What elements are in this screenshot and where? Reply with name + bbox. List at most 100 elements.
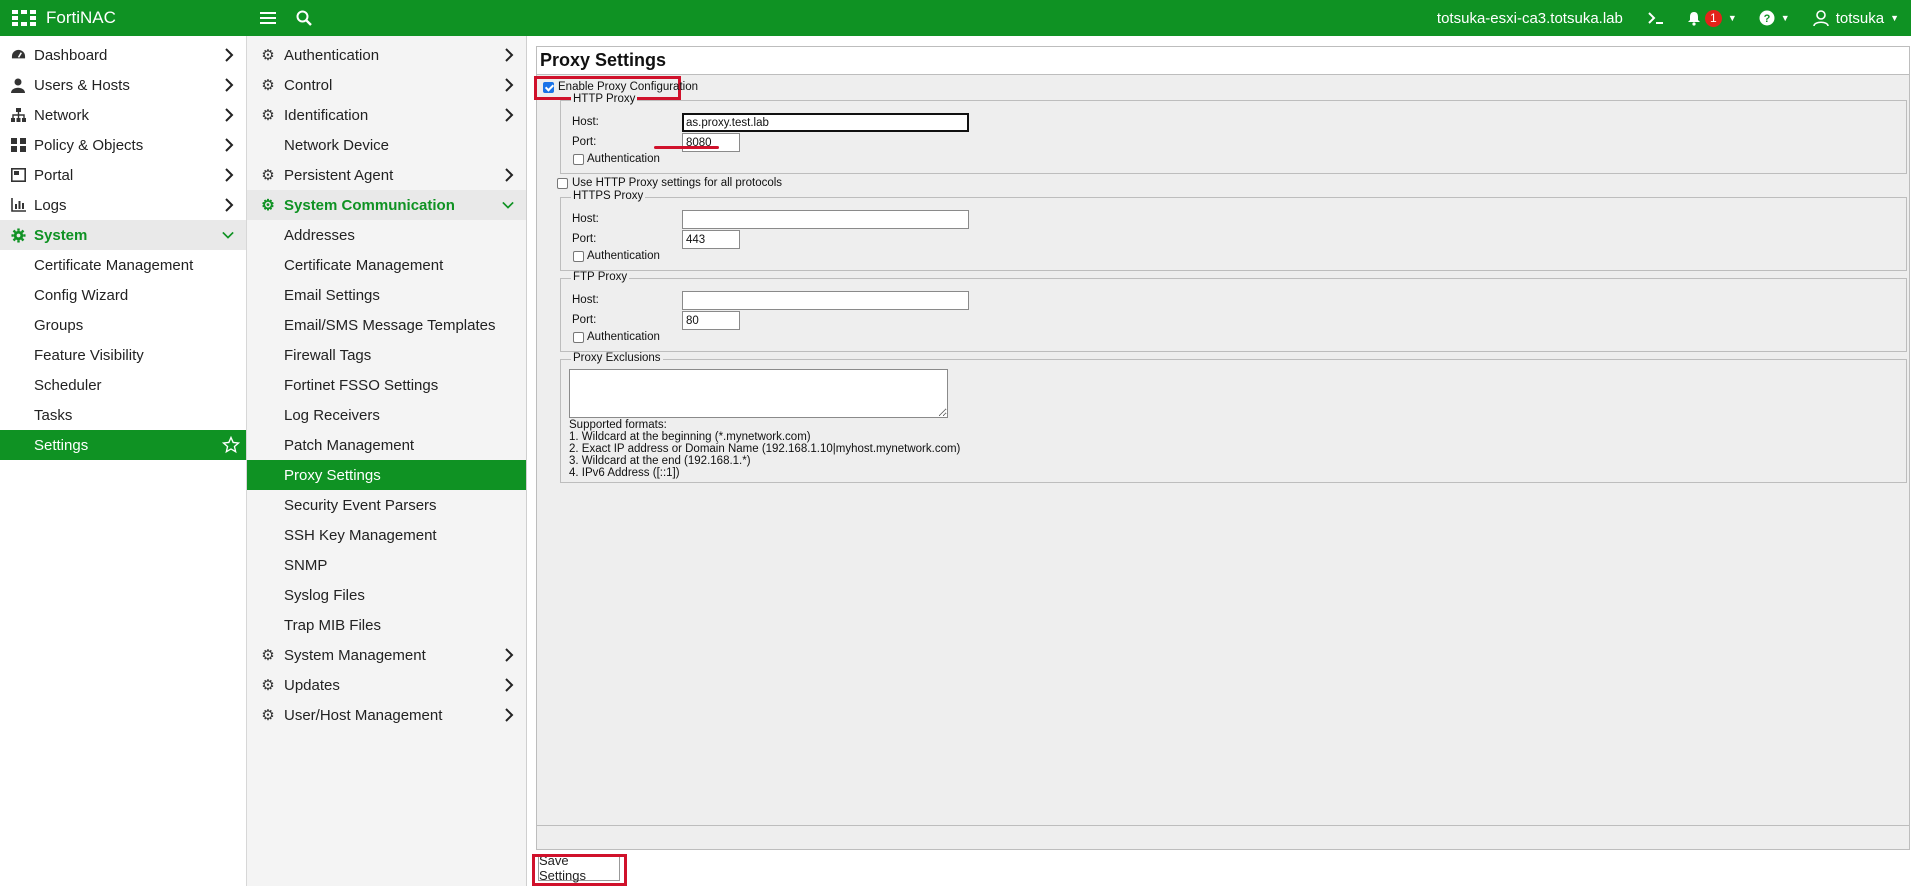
https-auth-checkbox[interactable]	[573, 251, 584, 262]
content-area: Proxy Settings Enable Proxy Configuratio…	[527, 36, 1911, 886]
nav-tasks[interactable]: Tasks	[0, 400, 246, 430]
nav-certificate-management[interactable]: Certificate Management	[0, 250, 246, 280]
supported-format-4: 4. IPv6 Address ([::1])	[569, 467, 680, 479]
use-http-for-all-label: Use HTTP Proxy settings for all protocol…	[572, 177, 783, 189]
nav-settings[interactable]: Settings	[0, 430, 246, 460]
chevron-down-icon: ▼	[1890, 13, 1899, 23]
ftp-auth-checkbox[interactable]	[573, 332, 584, 343]
svg-text:?: ?	[1763, 13, 1770, 25]
nav-groups[interactable]: Groups	[0, 310, 246, 340]
gears-icon: ⚙	[261, 707, 275, 724]
brand[interactable]: FortiNAC	[0, 8, 250, 28]
subnav-proxy-settings[interactable]: Proxy Settings	[247, 460, 526, 490]
subnav-snmp[interactable]: SNMP	[247, 550, 526, 580]
subnav-trap-mib-files[interactable]: Trap MIB Files	[247, 610, 526, 640]
nav-label: User/Host Management	[284, 706, 443, 724]
top-bar: FortiNAC totsuka-esxi-ca3.totsuka.lab 1 …	[0, 0, 1911, 36]
subnav-identification[interactable]: ⚙ Identification	[247, 100, 526, 130]
nav-system[interactable]: System	[0, 220, 246, 250]
nav-network[interactable]: Network	[0, 100, 246, 130]
nav-label: Email/SMS Message Templates	[284, 316, 496, 334]
nav-label: SSH Key Management	[284, 526, 437, 544]
subnav-authentication[interactable]: ⚙ Authentication	[247, 40, 526, 70]
ftp-host-label: Host:	[572, 294, 599, 306]
nav-label: Groups	[34, 316, 84, 334]
http-auth-label: Authentication	[587, 153, 660, 165]
subnav-network-device[interactable]: Network Device	[247, 130, 526, 160]
chevron-right-icon	[225, 138, 234, 152]
nav-label: Logs	[34, 196, 67, 214]
terminal-icon	[1648, 12, 1663, 24]
chevron-right-icon	[225, 108, 234, 122]
nav-label: Portal	[34, 166, 74, 184]
nav-config-wizard[interactable]: Config Wizard	[0, 280, 246, 310]
proxy-exclusions-textarea[interactable]	[569, 369, 948, 418]
ftp-proxy-fieldset: FTP Proxy Host: Port: Authentication	[560, 271, 1907, 352]
portal-icon	[10, 167, 26, 183]
subnav-system-management[interactable]: ⚙ System Management	[247, 640, 526, 670]
subnav-updates[interactable]: ⚙ Updates	[247, 670, 526, 700]
subnav-email-settings[interactable]: Email Settings	[247, 280, 526, 310]
help-icon: ?	[1759, 10, 1775, 26]
subnav-syslog-files[interactable]: Syslog Files	[247, 580, 526, 610]
port-underline-highlight	[654, 146, 719, 149]
nav-users-hosts[interactable]: Users & Hosts	[0, 70, 246, 100]
nav-label: SNMP	[284, 556, 328, 574]
ftp-host-input[interactable]	[682, 291, 969, 310]
chevron-down-icon	[502, 201, 514, 209]
subnav-email-sms-templates[interactable]: Email/SMS Message Templates	[247, 310, 526, 340]
gears-icon: ⚙	[261, 167, 275, 184]
nav-scheduler[interactable]: Scheduler	[0, 370, 246, 400]
http-port-input[interactable]	[682, 133, 740, 152]
https-port-input[interactable]	[682, 230, 740, 249]
http-auth-checkbox[interactable]	[573, 154, 584, 165]
nav-label: Network Device	[284, 136, 390, 154]
nav-logs[interactable]: Logs	[0, 190, 246, 220]
gears-icon: ⚙	[261, 107, 275, 124]
ftp-port-input[interactable]	[682, 311, 740, 330]
hamburger-menu-icon[interactable]	[250, 0, 286, 36]
enable-proxy-checkbox[interactable]	[543, 82, 554, 94]
subnav-control[interactable]: ⚙ Control	[247, 70, 526, 100]
nav-policy-objects[interactable]: Policy & Objects	[0, 130, 246, 160]
subnav-ssh-key-management[interactable]: SSH Key Management	[247, 520, 526, 550]
subnav-security-event-parsers[interactable]: Security Event Parsers	[247, 490, 526, 520]
chevron-right-icon	[505, 78, 514, 92]
supported-format-1: 1. Wildcard at the beginning (*.mynetwor…	[569, 431, 811, 443]
nav-feature-visibility[interactable]: Feature Visibility	[0, 340, 246, 370]
logs-icon	[10, 197, 26, 213]
subnav-fortinet-fsso-settings[interactable]: Fortinet FSSO Settings	[247, 370, 526, 400]
nav-label: Tasks	[34, 406, 73, 424]
subnav-system-communication[interactable]: ⚙ System Communication	[247, 190, 526, 220]
nav-label: System Management	[284, 646, 426, 664]
enable-proxy-label: Enable Proxy Configuration	[558, 81, 698, 93]
subnav-log-receivers[interactable]: Log Receivers	[247, 400, 526, 430]
nav-label: Feature Visibility	[34, 346, 144, 364]
subnav-patch-management[interactable]: Patch Management	[247, 430, 526, 460]
supported-formats-title: Supported formats:	[569, 419, 667, 431]
terminal-button[interactable]	[1647, 11, 1665, 25]
chevron-right-icon	[225, 198, 234, 212]
user-menu[interactable]: totsuka ▼	[1812, 9, 1899, 27]
star-icon[interactable]	[222, 436, 240, 454]
search-icon[interactable]	[286, 0, 322, 36]
subnav-persistent-agent[interactable]: ⚙ Persistent Agent	[247, 160, 526, 190]
subnav-user-host-management[interactable]: ⚙ User/Host Management	[247, 700, 526, 730]
https-host-input[interactable]	[682, 210, 969, 229]
notification-count-badge: 1	[1704, 9, 1722, 27]
subnav-certificate-management[interactable]: Certificate Management	[247, 250, 526, 280]
nav-label: Log Receivers	[284, 406, 380, 424]
secondary-sidebar: ⚙ Authentication ⚙ Control ⚙ Identificat…	[247, 36, 527, 886]
help-button[interactable]: ? ▼	[1759, 10, 1790, 26]
subnav-addresses[interactable]: Addresses	[247, 220, 526, 250]
nav-portal[interactable]: Portal	[0, 160, 246, 190]
subnav-firewall-tags[interactable]: Firewall Tags	[247, 340, 526, 370]
use-http-for-all-checkbox[interactable]	[557, 178, 568, 189]
http-host-input[interactable]	[682, 113, 969, 132]
nav-dashboard[interactable]: Dashboard	[0, 40, 246, 70]
proxy-exclusions-legend: Proxy Exclusions	[571, 352, 663, 364]
notifications-button[interactable]: 1 ▼	[1687, 9, 1737, 27]
nav-label: Policy & Objects	[34, 136, 144, 154]
nav-label: Persistent Agent	[284, 166, 394, 184]
bell-icon	[1687, 11, 1700, 26]
